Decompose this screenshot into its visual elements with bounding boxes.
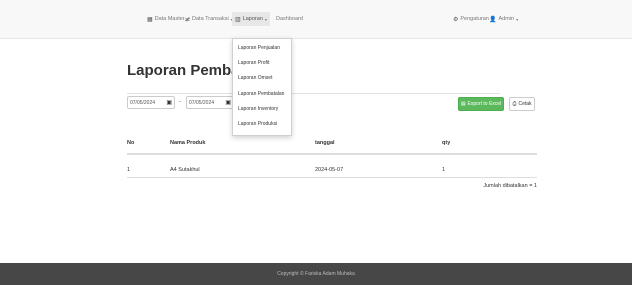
date-to-value: 07/05/2024 bbox=[189, 99, 215, 106]
header-divider bbox=[127, 153, 537, 155]
calendar-icon[interactable]: ▣ bbox=[225, 99, 231, 106]
nav-admin-label: Admin bbox=[498, 16, 515, 22]
nav-laporan-label: Laporan bbox=[242, 16, 263, 22]
menu-item-laporan-produksi[interactable]: Laporan Produksi bbox=[238, 119, 277, 129]
top-navbar: ▦ Data Master ▾ ⇄ Data Transaksi ▾ ▥ Lap… bbox=[0, 0, 632, 39]
date-from-input[interactable]: 07/05/2024 ▣ bbox=[127, 96, 175, 109]
chart-icon: ▥ bbox=[235, 16, 241, 23]
date-from-value: 07/05/2024 bbox=[130, 99, 156, 106]
export-excel-button[interactable]: ▤ Export to Excel bbox=[458, 97, 504, 111]
nav-dashboard-label: Dashboard bbox=[276, 16, 303, 22]
nav-dashboard[interactable]: Dashboard bbox=[276, 12, 303, 26]
cell-nama-produk: A4 Sutakhul bbox=[170, 167, 200, 173]
caret-down-icon: ▾ bbox=[264, 16, 267, 22]
menu-item-laporan-profit[interactable]: Laporan Profit bbox=[238, 58, 269, 68]
export-excel-label: Export to Excel bbox=[467, 101, 502, 107]
excel-icon: ▤ bbox=[460, 101, 466, 107]
nav-admin[interactable]: 👤 Admin ▾ bbox=[489, 12, 518, 26]
menu-item-laporan-pembatalan[interactable]: Laporan Pembatalan bbox=[238, 89, 284, 99]
database-icon: ▦ bbox=[147, 16, 153, 23]
row-divider bbox=[127, 177, 537, 178]
gear-icon: ⚙ bbox=[453, 16, 459, 23]
nav-data-transaksi-label: Data Transaksi bbox=[192, 16, 229, 22]
nav-laporan[interactable]: ▥ Laporan ▾ bbox=[232, 12, 270, 26]
print-button[interactable]: ⎙ Cetak bbox=[509, 97, 535, 111]
footer-text: Copyright © Fariska Adam Muhaka bbox=[277, 271, 355, 277]
nav-data-master[interactable]: ▦ Data Master ▾ bbox=[147, 12, 189, 26]
date-to-input[interactable]: 07/05/2024 ▣ bbox=[186, 96, 234, 109]
user-icon: 👤 bbox=[489, 16, 497, 23]
cell-tanggal: 2024-05-07 bbox=[315, 167, 344, 173]
caret-down-icon: ▾ bbox=[516, 16, 519, 22]
menu-item-laporan-omset[interactable]: Laporan Omset bbox=[238, 73, 272, 83]
nav-data-master-label: Data Master bbox=[154, 16, 185, 22]
nav-pengaturan-label: Pengaturan bbox=[460, 16, 489, 22]
column-header-tanggal: tanggal bbox=[315, 140, 335, 146]
column-header-nama-produk: Nama Produk bbox=[170, 140, 206, 146]
date-separator: - bbox=[179, 99, 181, 105]
title-divider bbox=[127, 93, 500, 94]
calendar-icon[interactable]: ▣ bbox=[166, 99, 172, 106]
total-cancelled: Jumlah dibatalkan = 1 bbox=[483, 183, 537, 189]
nav-pengaturan[interactable]: ⚙ Pengaturan ▾ bbox=[453, 12, 493, 26]
column-header-qty: qty bbox=[442, 140, 451, 146]
cell-no: 1 bbox=[127, 167, 131, 173]
print-label: Cetak bbox=[518, 101, 532, 107]
menu-item-laporan-inventory[interactable]: Laporan Inventory bbox=[238, 104, 278, 114]
menu-item-laporan-penjualan[interactable]: Laporan Penjualan bbox=[238, 43, 280, 53]
laporan-dropdown-menu: Laporan Penjualan Laporan Profit Laporan… bbox=[232, 38, 292, 136]
transaction-icon: ⇄ bbox=[185, 16, 191, 23]
printer-icon: ⎙ bbox=[512, 101, 517, 107]
column-header-no: No bbox=[127, 140, 135, 146]
nav-data-transaksi[interactable]: ⇄ Data Transaksi ▾ bbox=[185, 12, 233, 26]
footer: Copyright © Fariska Adam Muhaka bbox=[0, 263, 632, 285]
cell-qty: 1 bbox=[442, 167, 446, 173]
